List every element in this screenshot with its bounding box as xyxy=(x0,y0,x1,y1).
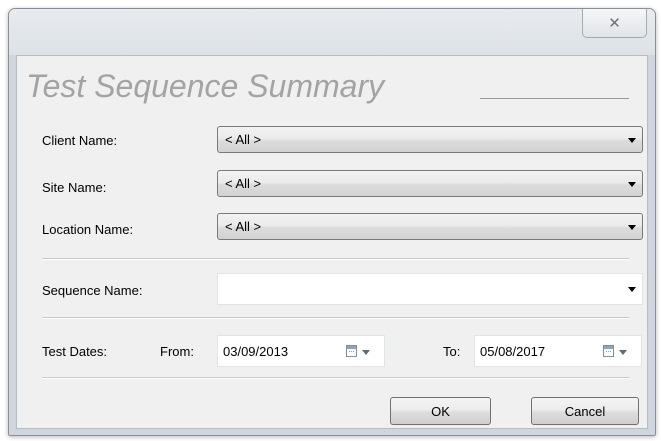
client-name-value: < All > xyxy=(225,132,262,147)
chevron-down-icon xyxy=(628,287,636,292)
title-bar[interactable]: ✕ xyxy=(9,9,655,55)
chevron-down-icon[interactable] xyxy=(619,350,627,355)
chevron-down-icon[interactable] xyxy=(362,350,370,355)
test-dates-label: Test Dates: xyxy=(42,344,108,359)
site-name-dropdown[interactable]: < All > xyxy=(217,170,643,197)
chevron-down-icon xyxy=(628,225,636,230)
site-name-label: Site Name: xyxy=(42,180,107,195)
separator xyxy=(42,377,629,378)
from-date-picker[interactable]: 03/09/2013 xyxy=(217,335,385,367)
to-date-label: To: xyxy=(443,344,461,359)
calendar-icon[interactable] xyxy=(603,345,614,357)
title-divider xyxy=(480,98,629,99)
from-date-value: 03/09/2013 xyxy=(223,344,289,359)
to-date-picker[interactable]: 05/08/2017 xyxy=(474,335,642,367)
sequence-name-dropdown[interactable] xyxy=(217,273,643,305)
close-button[interactable]: ✕ xyxy=(582,9,647,38)
chevron-down-icon xyxy=(628,138,636,143)
cancel-button[interactable]: Cancel xyxy=(531,397,639,425)
client-name-dropdown[interactable]: < All > xyxy=(217,126,643,153)
location-name-dropdown[interactable]: < All > xyxy=(217,213,643,240)
from-date-label: From: xyxy=(160,344,194,359)
close-icon: ✕ xyxy=(608,15,621,32)
sequence-name-label: Sequence Name: xyxy=(42,283,143,298)
dialog-body: Test Sequence Summary Client Name: < All… xyxy=(16,55,648,429)
title-row: Test Sequence Summary xyxy=(26,68,629,108)
to-date-value: 05/08/2017 xyxy=(480,344,546,359)
site-name-value: < All > xyxy=(225,176,262,191)
location-name-value: < All > xyxy=(225,219,262,234)
separator xyxy=(42,258,629,259)
separator xyxy=(42,317,629,318)
dialog-title: Test Sequence Summary xyxy=(26,68,385,104)
dialog-window: ✕ Test Sequence Summary Client Name: < A… xyxy=(8,8,656,436)
calendar-icon[interactable] xyxy=(346,345,357,357)
location-name-label: Location Name: xyxy=(42,222,134,237)
chevron-down-icon xyxy=(628,182,636,187)
client-name-label: Client Name: xyxy=(42,133,118,148)
ok-button[interactable]: OK xyxy=(390,397,491,425)
